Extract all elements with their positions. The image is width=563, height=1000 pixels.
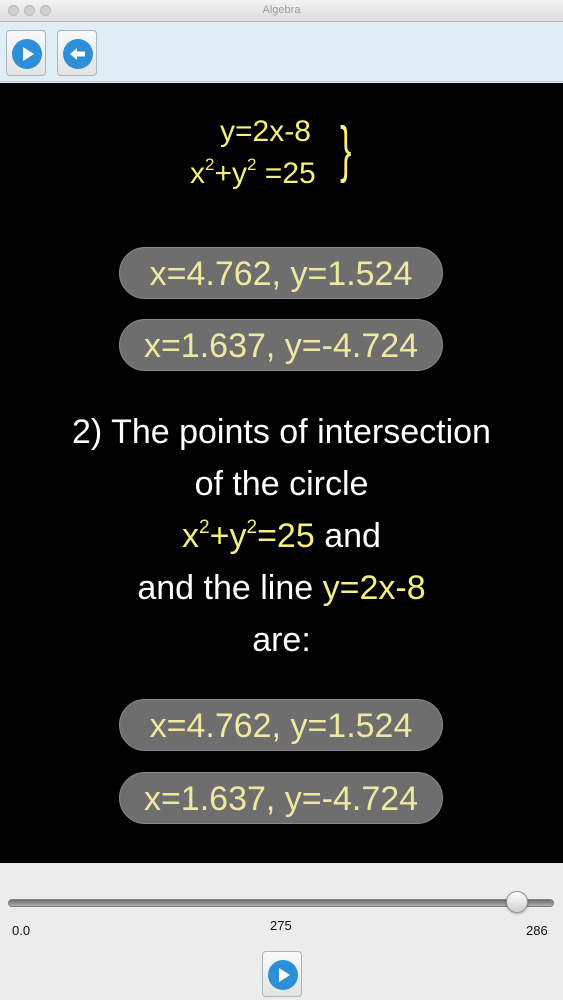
play-icon [12,39,42,69]
slider-current-label: 275 [270,918,292,933]
play-button[interactable] [6,30,46,76]
system-brace: } [340,115,352,184]
window-title: Algebra [262,4,301,16]
statement-circle-line: x2+y2=25 and [182,517,381,555]
result-pill: x=4.762, y=1.524 [119,699,443,751]
slider-min-label: 0.0 [12,923,31,938]
equation-system: y=2x-8 x2+y2 =25 } [190,115,380,195]
toolbar [0,22,563,82]
result-pill: x=4.762, y=1.524 [119,247,443,299]
statement-line: 2) The points of intersection [72,413,491,451]
play-button-bottom[interactable] [262,951,302,997]
timeline-slider-knob[interactable] [506,891,528,913]
statement-line: of the circle [194,465,369,503]
lesson-stage: y=2x-8 x2+y2 =25 } x=4.762, y=1.524 x=1.… [0,83,563,863]
back-button[interactable] [57,30,97,76]
timeline-slider-track[interactable] [8,899,554,907]
title-bar: Algebra [0,0,563,22]
equation-line: y=2x-8 [220,115,311,148]
equation-circle: x2+y2 =25 [190,155,316,190]
result-pill: x=1.637, y=-4.724 [119,772,443,824]
statement-line-eq: and the line y=2x-8 [137,569,426,607]
statement-line: are: [252,621,311,659]
back-arrow-icon [63,39,93,69]
slider-max-label: 286 [526,923,548,938]
play-icon [268,960,298,990]
playback-controls: 0.0 275 286 [0,863,563,1000]
result-pill: x=1.637, y=-4.724 [119,319,443,371]
